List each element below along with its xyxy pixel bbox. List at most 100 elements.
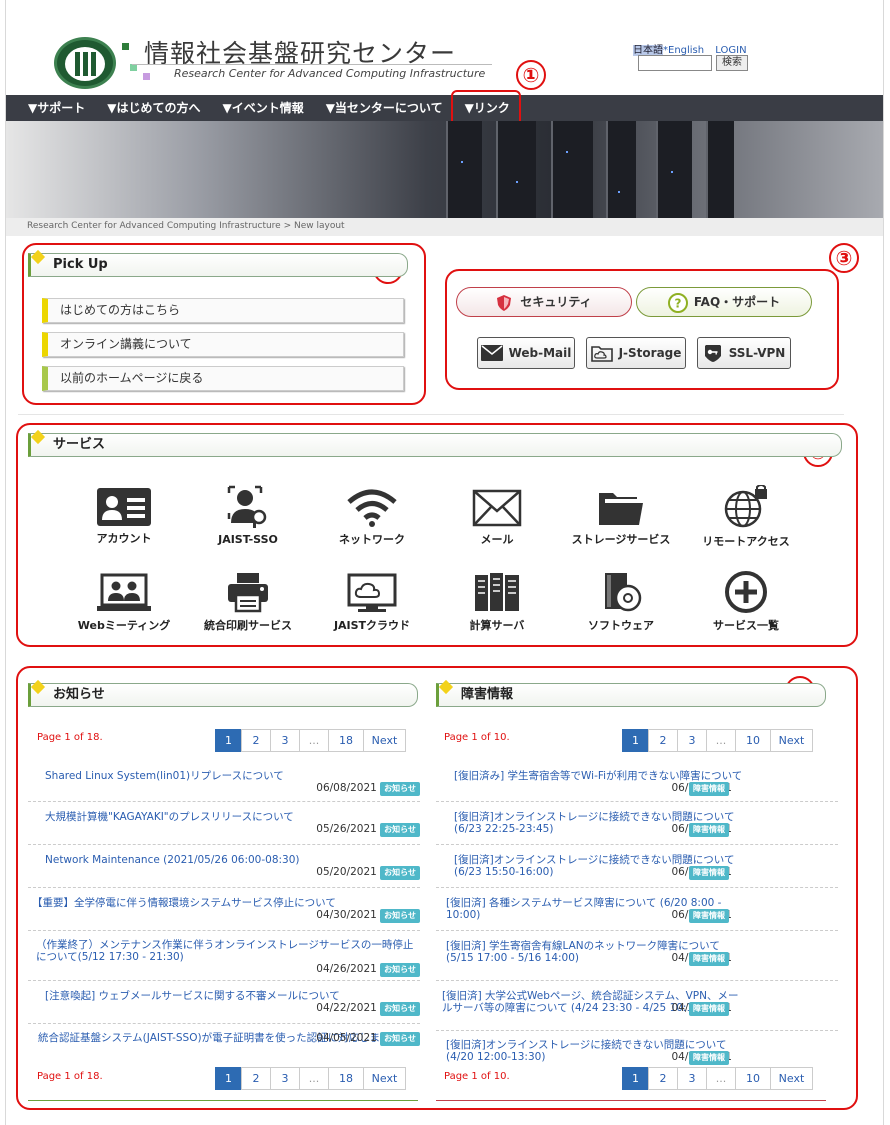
news-item-title[interactable]: 【重要】全学停電に伴う情報環境システムサービス停止について bbox=[32, 897, 420, 909]
news-item-date: 05/20/2021 bbox=[316, 866, 377, 878]
webmail-label: Web-Mail bbox=[508, 346, 572, 360]
news-page-label: Page 1 of 18. bbox=[37, 732, 103, 743]
service-network[interactable]: ネットワーク bbox=[317, 489, 427, 547]
news-item[interactable]: Network Maintenance (2021/05/26 06:00-08… bbox=[28, 845, 420, 888]
news-item[interactable]: 大規模計算機"KAGAYAKI"のプレスリリースについて 05/26/2021 お… bbox=[28, 802, 420, 845]
news-item-date: 04/30/2021 bbox=[316, 909, 377, 921]
service-jaist-sso[interactable]: JAIST-SSO bbox=[193, 485, 303, 546]
news-item[interactable]: 統合認証基盤システム(JAIST-SSO)が電子証明書を使った認証に対応しました… bbox=[28, 1024, 420, 1064]
outage-item[interactable]: [復旧済] 学生寄宿舎有線LANのネットワーク障害について(5/15 17:00… bbox=[436, 931, 838, 981]
category-badge: 障害情報 bbox=[689, 1002, 729, 1016]
service-printing[interactable]: 統合印刷サービス bbox=[193, 571, 303, 633]
next-page-button[interactable]: Next bbox=[363, 1067, 406, 1090]
site-subtitle: Research Center for Advanced Computing I… bbox=[174, 67, 486, 80]
outage-pager-top: 1 2 3 ... 10 Next bbox=[622, 729, 813, 752]
pickup-header: Pick Up bbox=[28, 253, 408, 277]
outage-item[interactable]: [復旧済] 大学公式Webページ、統合認証システム、VPN、メールサーバ等の障害… bbox=[436, 981, 838, 1031]
service-jaist-cloud[interactable]: JAISTクラウド bbox=[317, 573, 427, 633]
next-page-button[interactable]: Next bbox=[770, 729, 813, 752]
outage-item-title[interactable]: [復旧済み] 学生寄宿舎等でWi-Fiが利用できない障害について bbox=[454, 770, 838, 782]
server-rack-icon bbox=[475, 573, 519, 611]
nav-beginners[interactable]: ▼はじめての方へ bbox=[97, 95, 210, 121]
security-button[interactable]: セキュリティ bbox=[456, 287, 632, 317]
news-item[interactable]: [注意喚起] ウェブメールサービスに関する不審メールについて 04/22/2021… bbox=[28, 981, 420, 1024]
webmail-button[interactable]: Web-Mail bbox=[477, 337, 575, 369]
page-button[interactable]: 3 bbox=[270, 729, 300, 752]
breadcrumb-home[interactable]: Research Center for Advanced Computing I… bbox=[27, 221, 281, 231]
outage-item[interactable]: [復旧済]オンラインストレージに接続できない問題について(6/23 22:25-… bbox=[436, 802, 838, 845]
page-button[interactable]: 18 bbox=[328, 1067, 364, 1090]
jstorage-label: J-Storage bbox=[618, 346, 682, 360]
logo[interactable] bbox=[54, 37, 116, 89]
page-button[interactable]: 1 bbox=[215, 729, 242, 752]
nav-support[interactable]: ▼サポート bbox=[18, 95, 95, 121]
svg-text:?: ? bbox=[674, 296, 681, 310]
page-button[interactable]: 2 bbox=[648, 729, 678, 752]
category-badge: お知らせ bbox=[380, 1002, 420, 1016]
category-badge: 障害情報 bbox=[689, 909, 729, 923]
category-badge: お知らせ bbox=[380, 866, 420, 880]
next-page-button[interactable]: Next bbox=[363, 729, 406, 752]
search-button[interactable]: 検索 bbox=[716, 55, 748, 71]
outage-item[interactable]: [復旧済] 各種システムサービス障害について (6/20 8:00 - 10:0… bbox=[436, 888, 838, 931]
page-ellipsis: ... bbox=[706, 729, 736, 752]
search-input[interactable] bbox=[638, 55, 712, 71]
service-mail[interactable]: メール bbox=[442, 489, 552, 547]
envelope-icon bbox=[472, 489, 522, 527]
news-item-title[interactable]: Shared Linux System(lin01)リプレースについて bbox=[45, 770, 420, 782]
faq-label: FAQ・サポート bbox=[693, 295, 781, 309]
printer-icon bbox=[228, 573, 268, 613]
faq-support-button[interactable]: ? FAQ・サポート bbox=[636, 287, 812, 317]
pickup-item-old-homepage[interactable]: 以前のホームページに戻る bbox=[42, 366, 404, 391]
service-account[interactable]: アカウント bbox=[69, 488, 179, 546]
nav-about[interactable]: ▼当センターについて bbox=[316, 95, 453, 121]
outage-item[interactable]: [復旧済]オンラインストレージに接続できない問題について(4/20 12:00-… bbox=[436, 1031, 838, 1071]
plus-circle-icon bbox=[725, 571, 767, 613]
nav-events[interactable]: ▼イベント情報 bbox=[212, 95, 313, 121]
news-item-title[interactable]: 大規模計算機"KAGAYAKI"のプレスリリースについて bbox=[45, 811, 420, 823]
service-list[interactable]: サービス一覧 bbox=[691, 571, 801, 633]
jstorage-button[interactable]: J-Storage bbox=[586, 337, 686, 369]
category-badge: 障害情報 bbox=[689, 952, 729, 966]
page-button[interactable]: 1 bbox=[215, 1067, 242, 1090]
page-button[interactable]: 2 bbox=[241, 729, 271, 752]
service-web-meeting[interactable]: Webミーティング bbox=[69, 573, 179, 633]
service-label: JAISTクラウド bbox=[333, 619, 411, 632]
service-storage[interactable]: ストレージサービス bbox=[566, 489, 676, 547]
news-item[interactable]: （作業終了）メンテナンス作業に伴うオンラインストレージサービスの一時停止について… bbox=[28, 931, 420, 981]
sslvpn-button[interactable]: SSL-VPN bbox=[697, 337, 791, 369]
news-page-label: Page 1 of 18. bbox=[37, 1071, 103, 1082]
page-button[interactable]: 2 bbox=[241, 1067, 271, 1090]
page-button[interactable]: 1 bbox=[622, 729, 649, 752]
pickup-item-beginners[interactable]: はじめての方はこちら bbox=[42, 298, 404, 323]
video-meeting-icon bbox=[97, 573, 151, 611]
pickup-item-online-lecture[interactable]: オンライン講義について bbox=[42, 332, 404, 357]
outage-item[interactable]: [復旧済]オンラインストレージに接続できない問題について(6/23 15:50-… bbox=[436, 845, 838, 888]
news-item-title[interactable]: [注意喚起] ウェブメールサービスに関する不審メールについて bbox=[45, 990, 420, 1002]
news-item[interactable]: Shared Linux System(lin01)リプレースについて 06/08… bbox=[28, 762, 420, 802]
service-label: リモートアクセス bbox=[702, 535, 790, 548]
news-item-title[interactable]: Network Maintenance (2021/05/26 06:00-08… bbox=[45, 854, 420, 866]
envelope-icon bbox=[480, 345, 503, 361]
software-disc-icon bbox=[605, 573, 642, 612]
news-item[interactable]: 【重要】全学停電に伴う情報環境システムサービス停止について 04/30/2021 … bbox=[28, 888, 420, 931]
service-label: ソフトウェア bbox=[588, 619, 654, 632]
page-button[interactable]: 18 bbox=[328, 729, 364, 752]
page-button[interactable]: 10 bbox=[735, 729, 771, 752]
breadcrumb: Research Center for Advanced Computing I… bbox=[27, 221, 345, 231]
service-label: 計算サーバ bbox=[469, 619, 525, 632]
outage-item[interactable]: [復旧済み] 学生寄宿舎等でWi-Fiが利用できない障害について06/25/20… bbox=[436, 762, 838, 802]
page-button[interactable]: 3 bbox=[677, 729, 707, 752]
callout-number-1: ① bbox=[516, 60, 546, 90]
page-ellipsis: ... bbox=[299, 729, 329, 752]
news-item-date: 06/08/2021 bbox=[316, 782, 377, 794]
security-label: セキュリティ bbox=[520, 295, 592, 309]
news-item-date: 04/05/2021 bbox=[316, 1032, 377, 1044]
page-button[interactable]: 3 bbox=[270, 1067, 300, 1090]
news-item-title[interactable]: （作業終了）メンテナンス作業に伴うオンラインストレージサービスの一時停止について… bbox=[36, 939, 420, 963]
service-software[interactable]: ソフトウェア bbox=[566, 571, 676, 633]
service-compute-server[interactable]: 計算サーバ bbox=[442, 571, 552, 633]
outage-page-label: Page 1 of 10. bbox=[444, 1071, 510, 1082]
cloud-folder-icon bbox=[590, 346, 613, 362]
service-remote-access[interactable]: リモートアクセス bbox=[691, 485, 801, 549]
